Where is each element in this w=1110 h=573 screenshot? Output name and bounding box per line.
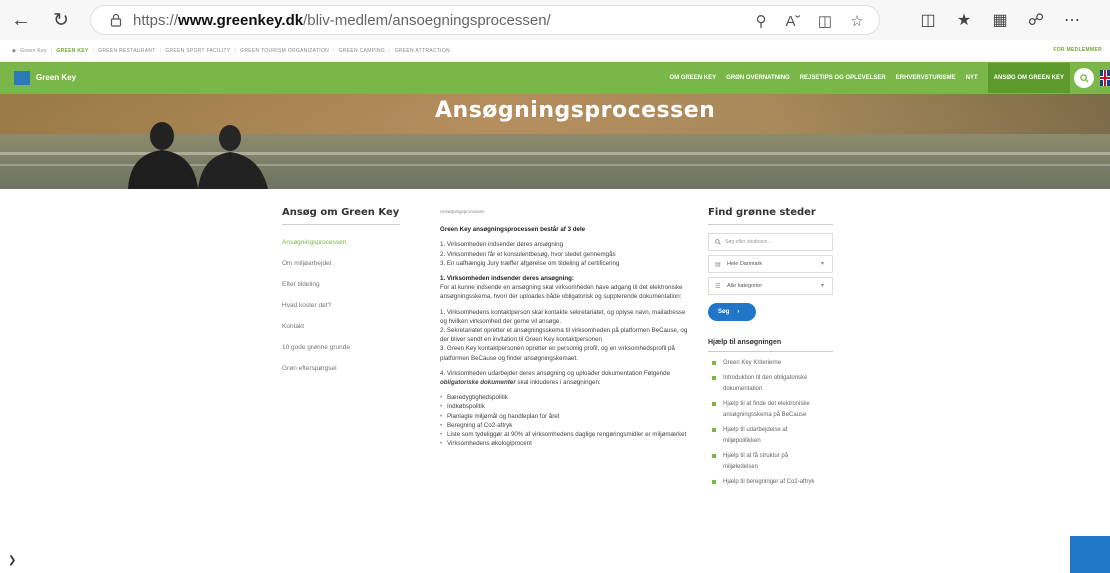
list-item: Planlagte miljømål og handleplan for åre… — [440, 412, 690, 421]
browser-toolbar: ← ↻ https://www.greenkey.dk/bliv-medlem/… — [0, 0, 1110, 40]
strip-item-green-key[interactable]: GREEN KEY — [56, 48, 88, 54]
help-title: Hjælp til ansøgningen — [708, 339, 782, 346]
nav-item-om-green-key[interactable]: OM GREEN KEY — [669, 75, 716, 81]
logo-icon[interactable] — [14, 71, 30, 85]
back-icon[interactable]: ← — [8, 7, 34, 33]
page: ← ↻ https://www.greenkey.dk/bliv-medlem/… — [0, 0, 1110, 573]
main-navigation: Green Key OM GREEN KEY GRØN OVERNATNING … — [0, 62, 1110, 94]
favorites-icon[interactable]: ★ — [951, 7, 977, 33]
chevron-down-icon: ▾ — [820, 261, 824, 267]
members-link[interactable]: FOR MEDLEMMER — [1053, 47, 1102, 53]
help-link-miljopolitik[interactable]: Hjælp til udarbejdelse af miljøpolitikke… — [708, 425, 818, 447]
search-icon[interactable] — [1074, 68, 1094, 88]
url-text: https://www.greenkey.dk/bliv-medlem/anso… — [133, 11, 551, 29]
instruction-paragraph: 2. Sekretariatet opretter et ansøgningss… — [440, 327, 688, 344]
sidebar-item-grunde[interactable]: 10 gode grønne grunde — [282, 344, 402, 351]
network-brand: Green Key — [20, 47, 47, 54]
nav-item-gron-overnatning[interactable]: GRØN OVERNATNING — [726, 75, 790, 81]
find-places-title: Find grønne steder — [708, 207, 816, 218]
left-sidebar: Ansøg om Green Key Ansøgningsprocessen O… — [282, 207, 402, 372]
help-list: Green Key Kriterierne Introduktion til d… — [708, 358, 833, 488]
hero-people-illustration — [128, 122, 268, 189]
list-item: Liste som tydeliggør at 90% af virksomhe… — [440, 430, 690, 439]
main-content: Ansøgningsprocessen Green Key ansøgnings… — [440, 207, 690, 449]
sidebar-item-efterspoergsel[interactable]: Grøn efterspørgsel — [282, 365, 402, 372]
page-title: Ansøgningsprocessen — [435, 98, 716, 123]
chevron-down-icon: ▾ — [820, 283, 824, 289]
logo-text[interactable]: Green Key — [36, 73, 76, 82]
chart-icon: ▤ — [715, 262, 721, 268]
breadcrumb[interactable]: Ansøgningsprocessen — [440, 207, 690, 216]
collections-icon[interactable]: ▦ — [987, 7, 1013, 33]
list-icon: ☰ — [715, 284, 721, 290]
list-item: Bæredygtighedspolitik — [440, 393, 690, 402]
help-link-skema[interactable]: Hjælp til at finde det elektroniske ansø… — [708, 399, 818, 421]
arrow-right-icon: › — [737, 309, 740, 315]
category-select[interactable]: ☰ Alle kategorier ▾ — [708, 277, 833, 295]
search-button[interactable]: Søg › — [708, 303, 756, 321]
step-item: 3. En uafhængig Jury træffer afgørelse o… — [440, 259, 620, 267]
instruction-paragraph: 1. Virksomhedens kontaktperson skal kont… — [440, 308, 686, 325]
network-logo: ◆ — [12, 47, 17, 54]
mouse-cursor-icon: ❯ — [8, 555, 17, 566]
instruction-paragraph: 4. Virksomheden udarbejder deres ansøgni… — [440, 369, 671, 387]
step-item: 1. Virksomheden indsender deres ansøgnin… — [440, 241, 564, 249]
step-item: 2. Virksomheden får et konsulentbesøg, h… — [440, 250, 616, 258]
strip-item-camping[interactable]: GREEN CAMPING — [339, 48, 385, 54]
content-heading: Green Key ansøgningsprocessen består af … — [440, 226, 586, 234]
search-icon — [715, 239, 721, 245]
strip-item-attraction[interactable]: GREEN ATTRACTION — [395, 48, 450, 54]
reader-view-icon[interactable]: ◫ — [813, 9, 837, 33]
network-strip: ◆ Green Key | GREEN KEY | GREEN RESTAURANT… — [0, 40, 1110, 62]
nav-item-nyt[interactable]: NYT — [966, 75, 978, 81]
read-aloud-icon[interactable]: A˘ — [781, 9, 805, 33]
lock-icon[interactable] — [105, 13, 127, 27]
nav-item-rejsetips[interactable]: REJSETIPS OG OPLEVELSER — [800, 75, 886, 81]
nav-item-erhvervsturisme[interactable]: ERHVERVSTURISME — [896, 75, 956, 81]
region-select[interactable]: ▤ Hele Danmark ▾ — [708, 255, 833, 273]
steps-list: 1. Virksomheden indsender deres ansøgnin… — [440, 240, 690, 268]
hero-banner: Ansøgningsprocessen — [0, 94, 1110, 189]
more-menu-icon[interactable]: ⋯ — [1059, 7, 1085, 33]
sidebar-item-miljoarbejdet[interactable]: Om miljøarbejdet — [282, 260, 402, 267]
zoom-icon[interactable]: ⚲ — [749, 9, 773, 33]
list-item: Beregning af Co2-aftryk — [440, 421, 690, 430]
help-link-miljoledelse[interactable]: Hjælp til at få struktur på miljøledelse… — [708, 451, 818, 473]
list-item: Virksomhedens økologiprocent — [440, 439, 690, 448]
chat-widget-button[interactable] — [1070, 536, 1110, 573]
split-screen-icon[interactable]: ◫ — [915, 7, 941, 33]
sidebar-item-pris[interactable]: Hvad koster det? — [282, 302, 402, 309]
address-bar[interactable]: https://www.greenkey.dk/bliv-medlem/anso… — [90, 5, 880, 35]
list-item: Indkøbspolitik — [440, 402, 690, 411]
strip-item-restaurant[interactable]: GREEN RESTAURANT — [98, 48, 156, 54]
extension-icon[interactable]: ☍ — [1023, 7, 1049, 33]
reload-icon[interactable]: ↻ — [48, 7, 74, 33]
sidebar-item-ansogningsprocessen[interactable]: Ansøgningsprocessen — [282, 239, 402, 246]
right-sidebar: Find grønne steder Søg efter stednavn...… — [708, 207, 833, 492]
sidebar-item-kontakt[interactable]: Kontakt — [282, 323, 402, 330]
help-link-co2[interactable]: Hjælp til beregninger af Co2-aftryk — [708, 477, 818, 488]
nav-item-ansog[interactable]: ANSØG OM GREEN KEY — [987, 63, 1070, 93]
instruction-paragraph: 3. Green Key kontaktpersonen opretter en… — [440, 345, 675, 362]
section-text: For at kunne indsende en ansøgning skal … — [440, 284, 683, 301]
help-link-kriterier[interactable]: Green Key Kriterierne — [708, 358, 818, 369]
place-search-input[interactable]: Søg efter stednavn... — [708, 233, 833, 251]
strip-item-sport[interactable]: GREEN SPORT FACILITY — [165, 48, 230, 54]
strip-item-tourism[interactable]: GREEN TOURISM ORGANIZATION — [240, 48, 329, 54]
favorite-star-icon[interactable]: ☆ — [845, 9, 869, 33]
documents-list: Bæredygtighedspolitik Indkøbspolitik Pla… — [440, 393, 690, 448]
sidebar-title: Ansøg om Green Key — [282, 207, 400, 218]
help-link-dokumentation[interactable]: Introduktion til den obligatoriske dokum… — [708, 373, 818, 395]
sidebar-item-efter-tildeling[interactable]: Efter tildeling — [282, 281, 402, 288]
section-heading: 1. Virksomheden indsender deres ansøgnin… — [440, 275, 574, 283]
uk-flag-icon[interactable] — [1100, 70, 1110, 86]
